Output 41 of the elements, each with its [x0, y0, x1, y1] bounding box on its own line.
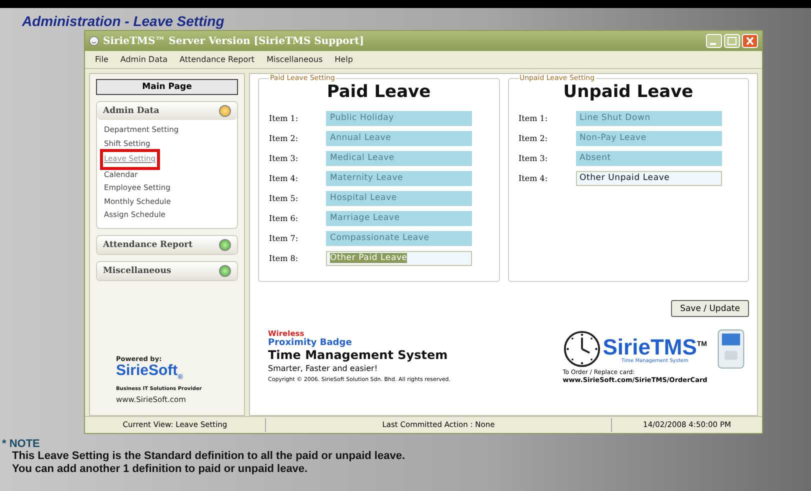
brand-logo: SirieSoft$_{®}$ [116, 363, 183, 383]
item-label: Item 3: [518, 154, 549, 162]
group-heading: Paid Leave [326, 82, 432, 102]
badge-label: Proximity Badge [268, 338, 352, 348]
save-update-button[interactable]: Save / Update [671, 300, 749, 317]
menu-item[interactable]: Admin Data [120, 55, 168, 64]
section-header[interactable]: Attendance Report [97, 236, 237, 254]
maximize-icon[interactable] [724, 34, 740, 48]
section-header[interactable]: Miscellaneous [97, 262, 237, 280]
clock-icon [562, 330, 601, 368]
item-label: Item 3: [269, 154, 300, 162]
menu-item[interactable]: Help [334, 55, 353, 64]
window-title: SirieTMS™ Server Version [SirieTMS Support] [103, 36, 365, 46]
group-heading: Unpaid Leave [562, 82, 694, 102]
close-icon[interactable] [742, 34, 758, 48]
item-label: Item 4: [269, 174, 300, 182]
note-title: * NOTE [2, 438, 41, 450]
minimize-icon[interactable] [706, 34, 722, 48]
banner-title: Time Management System [268, 348, 448, 362]
page-title: Administration - Leave Setting [22, 12, 226, 30]
menu-item[interactable]: Miscellaneous [266, 55, 323, 64]
card-reader-drawing [717, 329, 745, 369]
item-label: Item 2: [518, 134, 549, 142]
item-label: Item 1: [269, 114, 300, 122]
menu-item[interactable]: Attendance Report [180, 55, 255, 64]
product-logo: SirieTMS$^{TM}$ [602, 334, 707, 358]
item-label: Item 6: [269, 214, 300, 222]
item-label: Item 2: [269, 134, 300, 142]
note-text: This Leave Setting is the Standard definition to all the paid or unpaid leave. [11, 450, 406, 463]
app-icon [89, 36, 99, 46]
item-label: Item 5: [269, 194, 300, 202]
item-label: Item 7: [269, 234, 300, 242]
item-label: Item 8: [269, 254, 300, 262]
section-header[interactable]: Admin Data [97, 102, 237, 120]
input-field[interactable]: Other Unpaid Leave [576, 170, 722, 186]
main-page-button[interactable]: Main Page [96, 79, 238, 95]
item-label: Item 1: [518, 114, 549, 122]
note-text: You can add another 1 definition to paid or unpaid leave. [11, 463, 309, 476]
item-label: Item 4: [518, 174, 549, 182]
menu-item[interactable]: File [95, 55, 108, 64]
slogan: Smarter, Faster and easier! [268, 364, 378, 373]
